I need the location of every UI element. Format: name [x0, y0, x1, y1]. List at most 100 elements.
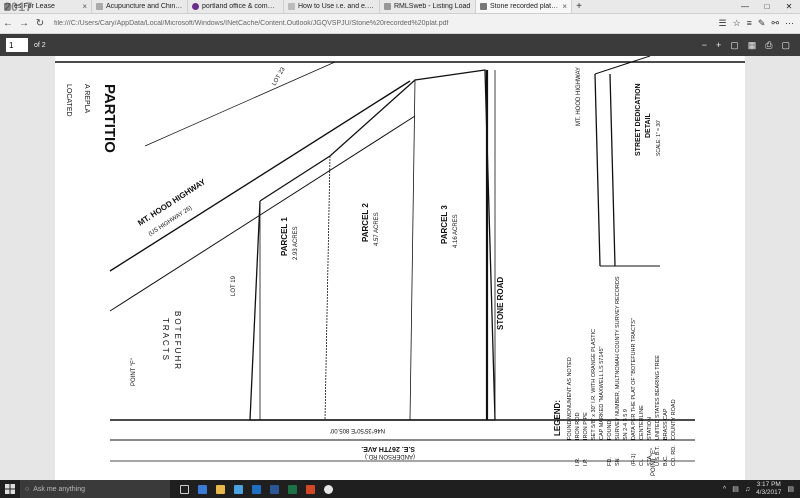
parcel-line	[324, 155, 331, 421]
clock-time: 3:17 PM	[756, 481, 781, 488]
chrome-icon[interactable]	[324, 484, 333, 494]
parcel-1-label: PARCEL 1	[280, 217, 289, 256]
legend-item: IRON PIPE	[583, 412, 589, 440]
legend-abbr: SN	[615, 458, 621, 466]
legend-item: DATA PER THE PLAT OF "BOTEFUHR TRACTS"	[631, 318, 637, 440]
legend-abbr: STA.	[647, 454, 653, 466]
parcel-line	[409, 79, 416, 421]
forward-button[interactable]: →	[16, 18, 32, 29]
legend-item: FOUND	[607, 420, 613, 440]
excel-icon[interactable]	[288, 484, 297, 494]
plat-subtitle-2: LOCATED	[65, 84, 72, 117]
url-field[interactable]: file:///C:/Users/Cary/AppData/Local/Micr…	[54, 20, 718, 27]
store-icon[interactable]	[234, 484, 243, 494]
tab-how-to-use[interactable]: How to Use i.e. and e.g. Cor	[284, 0, 380, 13]
tab-label: Stone recorded plat.pdf	[490, 3, 560, 10]
legend-item: STATION	[647, 417, 653, 440]
legend-abbr: (R-1)	[631, 453, 637, 466]
street-sub-label: (ANDERSON RD.)	[365, 453, 415, 459]
legend-abbr: CL	[639, 459, 645, 466]
plat-subtitle-1: A REPLA	[83, 84, 90, 114]
refresh-button[interactable]: ↻	[32, 18, 48, 29]
tab-portland-office[interactable]: portland office & commerci	[188, 0, 284, 13]
detail-label: DETAIL	[645, 113, 652, 138]
page-number-input[interactable]: 1	[6, 38, 28, 52]
reading-view-icon[interactable]: ☰	[718, 18, 726, 29]
note-icon[interactable]: ✎	[758, 18, 766, 29]
tab-label: Acupuncture and Chinese M	[106, 3, 183, 10]
legend-title: LEGEND:	[553, 400, 562, 436]
tab-acupuncture[interactable]: Acupuncture and Chinese M	[92, 0, 188, 13]
tab-stone-recorded-plat[interactable]: Stone recorded plat.pdf ×	[476, 0, 572, 13]
legend-item: SET 5/8" x 30" I.R. WITH ORANGE PLASTIC	[591, 329, 597, 440]
pdf-viewer: PARTITIO A REPLA LOCATED MT. HOOD HIGHWA…	[0, 56, 800, 480]
detail-line	[594, 73, 601, 267]
legend-item: BRASS CAP	[663, 408, 669, 440]
save-icon[interactable]: ▢	[781, 40, 790, 51]
plus-icon[interactable]: +	[572, 0, 586, 13]
windows-start-icon[interactable]	[0, 484, 20, 494]
minimize-button[interactable]: —	[734, 0, 756, 13]
close-icon[interactable]: ×	[82, 2, 87, 11]
close-icon[interactable]: ×	[562, 2, 567, 11]
parcel-3-area: 4.16 ACRES	[453, 214, 459, 248]
craigslist-icon	[192, 3, 199, 10]
fit-page-icon[interactable]: ▢	[730, 40, 739, 51]
edge-icon[interactable]	[198, 484, 207, 494]
parcel-1-area: 2.93 ACRES	[293, 226, 299, 260]
notifications-arrow-icon[interactable]: ^	[723, 486, 726, 493]
legend-abbr: FD.	[607, 457, 613, 466]
tab-bar: es For Lease × Acupuncture and Chinese M…	[0, 0, 800, 14]
window-controls: — □ ✕	[734, 0, 800, 13]
clock-date: 4/3/2017	[756, 489, 782, 496]
word-icon[interactable]	[270, 484, 279, 494]
action-center-icon[interactable]: ▤	[787, 485, 794, 493]
legend-item: CAP MARKED "MAXWELL LS 57145"	[599, 346, 605, 440]
volume-icon[interactable]: ♫	[745, 486, 750, 493]
page-count: of 2	[34, 41, 46, 49]
zoom-out-icon[interactable]: −	[702, 40, 707, 51]
legend-item: FOUND MONUMENT AS NOTED	[567, 357, 573, 440]
tab-rmlsweb[interactable]: RMLSweb - Listing Load	[380, 0, 476, 13]
detail-line	[609, 73, 616, 267]
detail-line	[594, 56, 651, 75]
file-explorer-icon[interactable]	[216, 484, 225, 494]
highway-line	[144, 61, 336, 147]
street-dedication-label: STREET DEDICATION	[635, 83, 642, 156]
parcel-2-label: PARCEL 2	[361, 203, 370, 242]
botefuhr-label: BOTEFUHR	[173, 311, 182, 371]
scale-label: SCALE: 1" = 30'	[656, 120, 662, 156]
layout-icon[interactable]: ▦	[748, 40, 757, 51]
outlook-icon[interactable]	[252, 484, 261, 494]
clock[interactable]: 3:17 PM 4/3/2017	[756, 481, 781, 497]
legend-abbr: I.R.	[575, 457, 581, 466]
back-button[interactable]: ←	[0, 18, 16, 29]
page-icon	[288, 3, 295, 10]
legend-item: CENTERLINE	[639, 405, 645, 440]
point-f-label: POINT "F"	[131, 358, 137, 386]
legend-item: UNITED STATES BEARING TREE	[655, 355, 661, 440]
taskbar-search[interactable]: ○ Ask me anything	[20, 480, 170, 498]
mt-hood-right-label: MT. HOOD HIGHWAY	[576, 67, 582, 126]
legend-item: SN 2-4 3 5 9	[623, 409, 629, 440]
powerpoint-icon[interactable]	[306, 484, 315, 494]
legend-item: COUNTY ROAD	[671, 399, 677, 440]
plat-drawing: PARTITIO A REPLA LOCATED MT. HOOD HIGHWA…	[55, 56, 745, 476]
close-window-button[interactable]: ✕	[778, 0, 800, 13]
favorite-star-icon[interactable]: ☆	[733, 18, 741, 29]
network-icon[interactable]: ▤	[732, 485, 739, 493]
legend-item: IRON ROD	[575, 412, 581, 440]
maximize-button[interactable]: □	[756, 0, 778, 13]
task-view-icon[interactable]	[180, 484, 189, 494]
lot-19-label: LOT 19	[231, 275, 237, 296]
legend: FOUND MONUMENT AS NOTED I.R. IRON ROD I.P. I…	[567, 276, 677, 466]
share-icon[interactable]: ⚯	[771, 18, 779, 29]
print-icon[interactable]: ⎙	[765, 40, 772, 51]
legend-abbr: U.S.B.T.	[655, 445, 661, 466]
legend-abbr: CO. RD.	[671, 445, 677, 466]
zoom-in-icon[interactable]: +	[716, 40, 721, 51]
tab-label: portland office & commerci	[202, 3, 279, 10]
legend-item: SURVEY NUMBER, MULTNOMAH COUNTY SURVEY R…	[615, 276, 621, 440]
more-icon[interactable]: ⋯	[785, 18, 794, 29]
hub-icon[interactable]: ≡	[747, 18, 752, 29]
